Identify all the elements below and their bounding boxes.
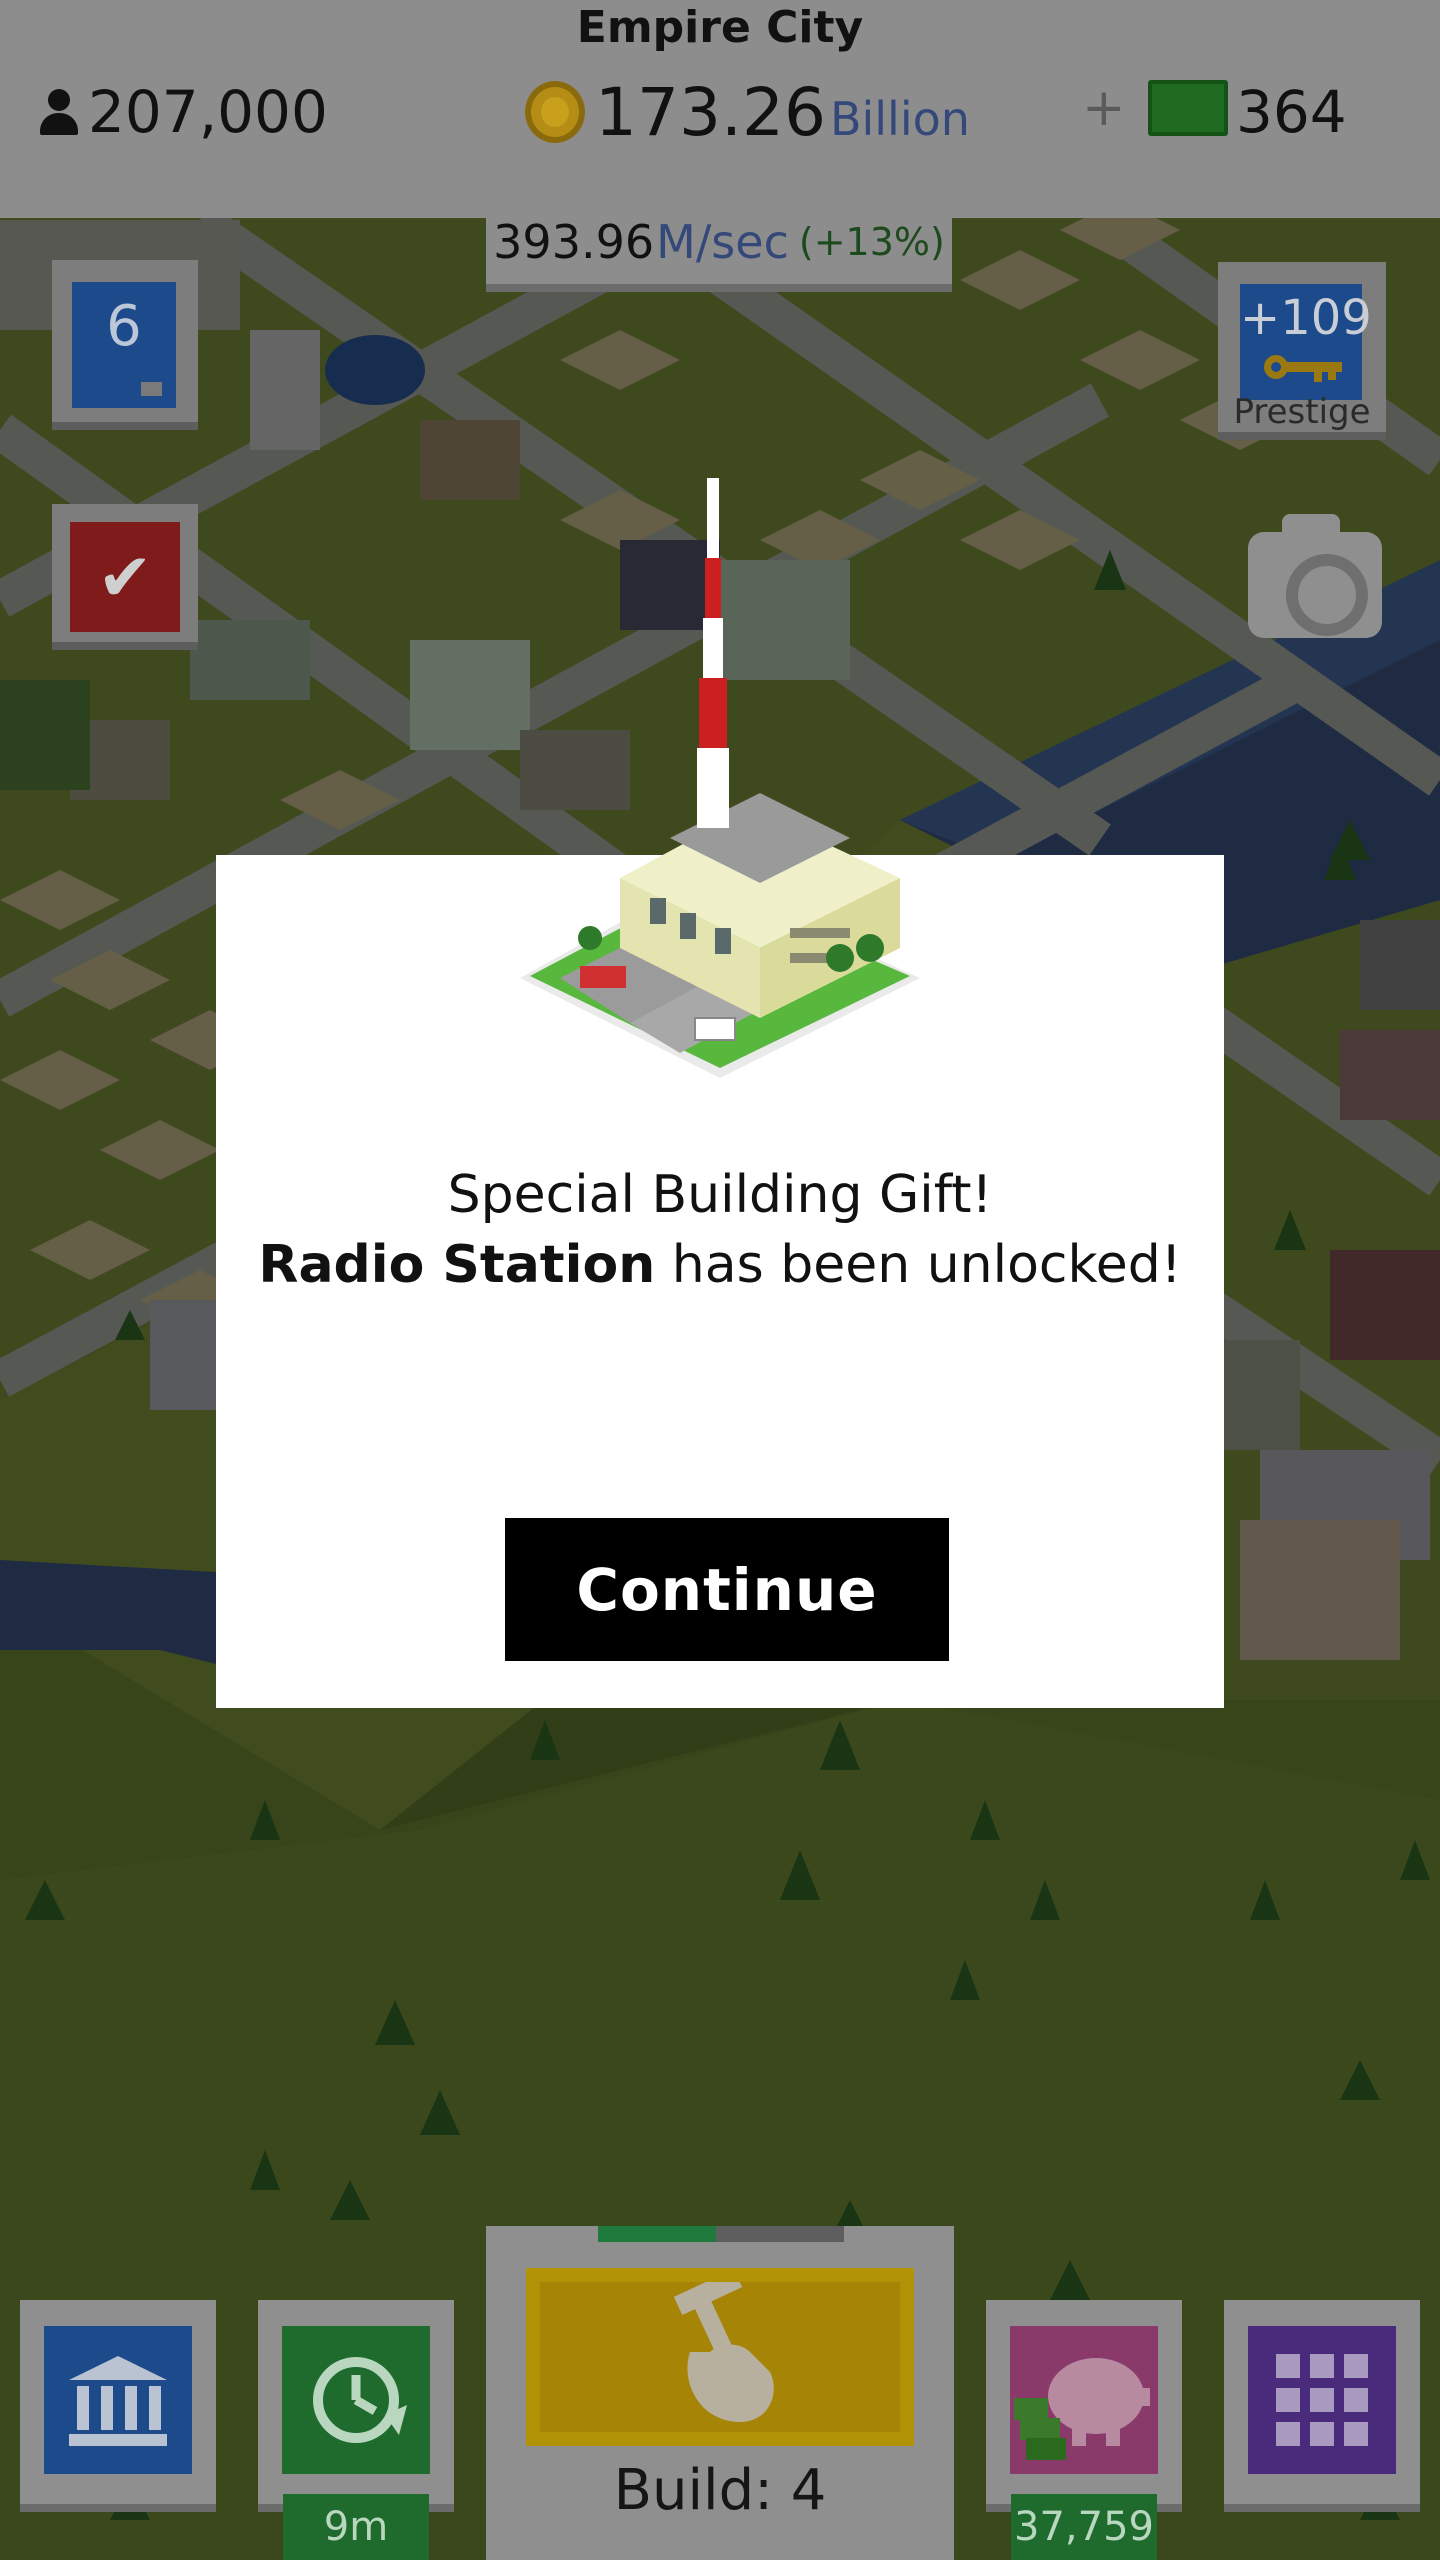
cash-counter: 173.26 Billion (525, 72, 970, 152)
bank-button[interactable] (20, 2300, 216, 2512)
dialog-title: Special Building Gift! (447, 1165, 993, 1225)
income-rate-tab[interactable]: 393.96 M/sec (+13%) (486, 200, 952, 292)
dialog-message: Radio Station has been unlocked! (216, 1230, 1224, 1300)
hammer-hand-icon (526, 2268, 914, 2446)
rate-bonus: (+13%) (798, 220, 945, 264)
grid-icon (1248, 2326, 1396, 2474)
build-progress-fill (598, 2226, 717, 2242)
city-name[interactable]: Empire City (0, 2, 1440, 53)
radio-station-building-image (520, 478, 920, 1078)
cash-amount: 173.26 (595, 73, 826, 151)
rate-value: 393.96 (493, 215, 655, 269)
population-counter: 207,000 (38, 72, 328, 152)
tasks-button[interactable]: ✔ (52, 504, 198, 650)
build-label: Build: 4 (613, 2458, 827, 2523)
population-value: 207,000 (88, 78, 328, 146)
timer-badge: 9m (283, 2494, 429, 2560)
level-button[interactable]: 6 (52, 260, 198, 430)
piggy-bank-button[interactable] (986, 2300, 1182, 2512)
continue-button[interactable]: Continue (505, 1518, 949, 1661)
prestige-button[interactable]: +109 Prestige (1218, 262, 1386, 440)
building-name: Radio Station (258, 1235, 656, 1295)
rate-unit: M/sec (656, 215, 789, 269)
coin-icon (525, 81, 585, 143)
build-button[interactable]: Build: 4 (486, 2226, 954, 2560)
level-progress-fill (86, 382, 141, 396)
level-progress-bar (86, 382, 162, 396)
cash-bill-icon[interactable] (1148, 80, 1228, 136)
clock-refresh-icon (282, 2326, 430, 2474)
top-status-bar: Empire City 207,000 173.26 Billion + 364 (0, 0, 1440, 218)
level-number: 6 (106, 294, 142, 359)
prestige-value: +109 (1240, 290, 1372, 346)
piggy-amount-badge: 37,759 (1011, 2494, 1157, 2560)
bank-icon (44, 2326, 192, 2474)
menu-button[interactable] (1224, 2300, 1420, 2512)
prestige-label: Prestige (1233, 392, 1371, 432)
camera-icon[interactable] (1248, 514, 1382, 638)
level-badge: 6 (72, 282, 176, 408)
timer-button[interactable] (258, 2300, 454, 2512)
key-icon (1264, 355, 1342, 382)
buy-bills-plus-button[interactable]: + (1082, 78, 1126, 138)
prestige-badge: +109 (1240, 284, 1372, 400)
checkmark-icon: ✔ (70, 522, 180, 632)
cash-unit: Billion (829, 92, 970, 146)
bills-count[interactable]: 364 (1236, 72, 1347, 152)
unlocked-text: has been unlocked! (655, 1235, 1182, 1295)
piggy-bank-icon (1010, 2326, 1158, 2474)
person-icon (38, 87, 82, 137)
build-progress-bar (598, 2226, 844, 2242)
